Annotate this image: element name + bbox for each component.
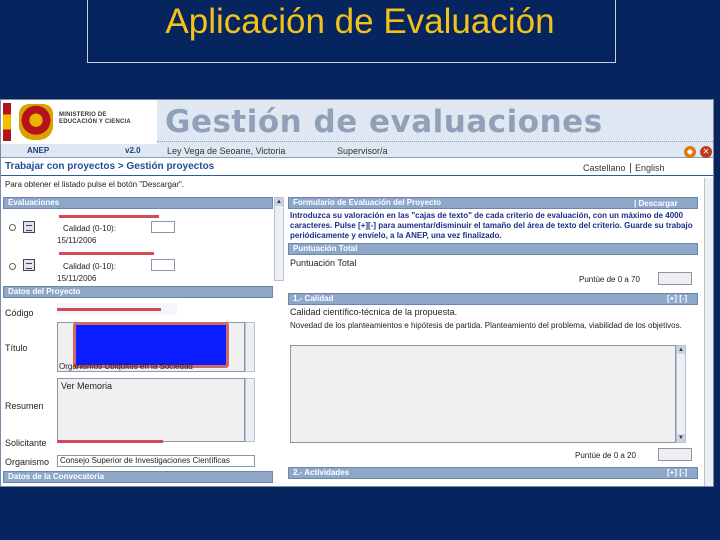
document-icon[interactable] bbox=[23, 221, 35, 233]
organismo-label: Organismo bbox=[5, 457, 50, 467]
agency-bar: ANEP v2.0 bbox=[1, 144, 157, 158]
datos-convocatoria-header: Datos de la Convocatoria bbox=[3, 471, 273, 483]
evaluation-2-score-input[interactable] bbox=[151, 259, 175, 271]
calidad-textarea[interactable] bbox=[290, 345, 676, 443]
app-title: Gestión de evaluaciones bbox=[165, 104, 603, 140]
codigo-label: Código bbox=[5, 308, 34, 318]
version-label: v2.0 bbox=[125, 146, 141, 155]
nav-bar: Trabajar con proyectos > Gestión proyect… bbox=[1, 159, 713, 176]
scroll-down-icon[interactable]: ▼ bbox=[677, 434, 685, 442]
evaluaciones-header: Evaluaciones bbox=[3, 197, 273, 209]
coat-of-arms-icon bbox=[19, 104, 53, 140]
download-hint: Para obtener el listado pulse el botón "… bbox=[5, 180, 185, 189]
flag-icon bbox=[3, 103, 11, 141]
evaluation-1-score-input[interactable] bbox=[151, 221, 175, 233]
solicitante-label: Solicitante bbox=[5, 438, 47, 448]
calidad-scale: Puntúe de 0 a 20 bbox=[575, 451, 636, 460]
lang-castellano-link[interactable]: Castellano bbox=[583, 163, 626, 173]
agency-name: ANEP bbox=[27, 146, 50, 155]
redacted-solicitante bbox=[57, 440, 163, 443]
descargar-link[interactable]: | Descargar bbox=[634, 199, 678, 208]
resumen-textarea[interactable]: Ver Memoria bbox=[57, 378, 245, 442]
datos-proyecto-header: Datos del Proyecto bbox=[3, 286, 273, 298]
slide-title: Aplicación de Evaluación bbox=[165, 2, 555, 41]
evaluation-radio-1[interactable] bbox=[9, 224, 16, 231]
ministry-name: MINISTERIO DE EDUCACIÓN Y CIENCIA bbox=[59, 112, 131, 125]
actividades-resize-toggle[interactable]: [+] [-] bbox=[667, 468, 687, 477]
title-divider bbox=[157, 141, 713, 142]
organismo-field[interactable]: Consejo Superior de Investigaciones Cien… bbox=[57, 455, 255, 467]
lang-english-link[interactable]: English bbox=[635, 163, 665, 173]
app-header: Gestión de evaluaciones Ley Vega de Seoa… bbox=[157, 100, 713, 158]
evaluation-1-score-label: Calidad (0-10): bbox=[63, 224, 116, 233]
formulario-instructions: Introduzca su valoración en las "cajas d… bbox=[290, 211, 693, 240]
ministry-header: MINISTERIO DE EDUCACIÓN Y CIENCIA ANEP v… bbox=[1, 100, 157, 158]
puntuacion-total-label: Puntuación Total bbox=[290, 258, 357, 268]
evaluation-radio-2[interactable] bbox=[9, 263, 16, 270]
lang-separator bbox=[630, 163, 631, 173]
resumen-label: Resumen bbox=[5, 401, 44, 411]
calidad-resize-toggle[interactable]: [+] [-] bbox=[667, 294, 687, 303]
titulo-scrollbar[interactable] bbox=[245, 322, 255, 372]
puntuacion-total-header: Puntuación Total bbox=[288, 243, 698, 255]
breadcrumb[interactable]: Trabajar con proyectos > Gestión proyect… bbox=[5, 161, 214, 172]
calidad-description: Novedad de los planteamientos e hipótesi… bbox=[290, 321, 682, 330]
evaluaciones-scrollbar[interactable]: ▲ bbox=[274, 197, 284, 281]
puntuacion-total-input[interactable] bbox=[658, 272, 692, 285]
calidad-header: 1.- Calidad bbox=[288, 293, 698, 305]
calidad-score-input[interactable] bbox=[658, 448, 692, 461]
evaluation-1-date: 15/11/2006 bbox=[57, 236, 97, 245]
redacted-codigo-mark bbox=[57, 308, 161, 311]
redacted-evaluator bbox=[59, 252, 154, 255]
evaluation-2-date: 15/11/2006 bbox=[57, 274, 97, 283]
user-role: Supervisor/a bbox=[337, 146, 388, 156]
calidad-scrollbar[interactable]: ▲ ▼ bbox=[676, 345, 686, 443]
puntuacion-total-scale: Puntúe de 0 a 70 bbox=[579, 275, 640, 284]
exit-icon[interactable]: ✕ bbox=[700, 146, 712, 158]
evaluation-2-score-label: Calidad (0-10): bbox=[63, 262, 116, 271]
home-icon[interactable]: ◆ bbox=[684, 146, 696, 158]
redacted-evaluator bbox=[59, 215, 159, 218]
titulo-fragment: Organismos Ubiquitos en la Sociedad bbox=[59, 362, 193, 371]
calidad-criterion: Calidad científico-técnica de la propues… bbox=[290, 307, 458, 317]
user-name: Ley Vega de Seoane, Victoria bbox=[167, 146, 286, 156]
resumen-scrollbar[interactable] bbox=[245, 378, 255, 442]
titulo-label: Título bbox=[5, 343, 28, 353]
scroll-up-icon[interactable]: ▲ bbox=[275, 198, 283, 206]
document-icon[interactable] bbox=[23, 259, 35, 271]
actividades-header: 2.- Actividades bbox=[288, 467, 698, 479]
app-screenshot: MINISTERIO DE EDUCACIÓN Y CIENCIA ANEP v… bbox=[0, 99, 714, 487]
page-scrollbar[interactable] bbox=[704, 178, 713, 486]
scroll-up-icon[interactable]: ▲ bbox=[677, 346, 685, 354]
